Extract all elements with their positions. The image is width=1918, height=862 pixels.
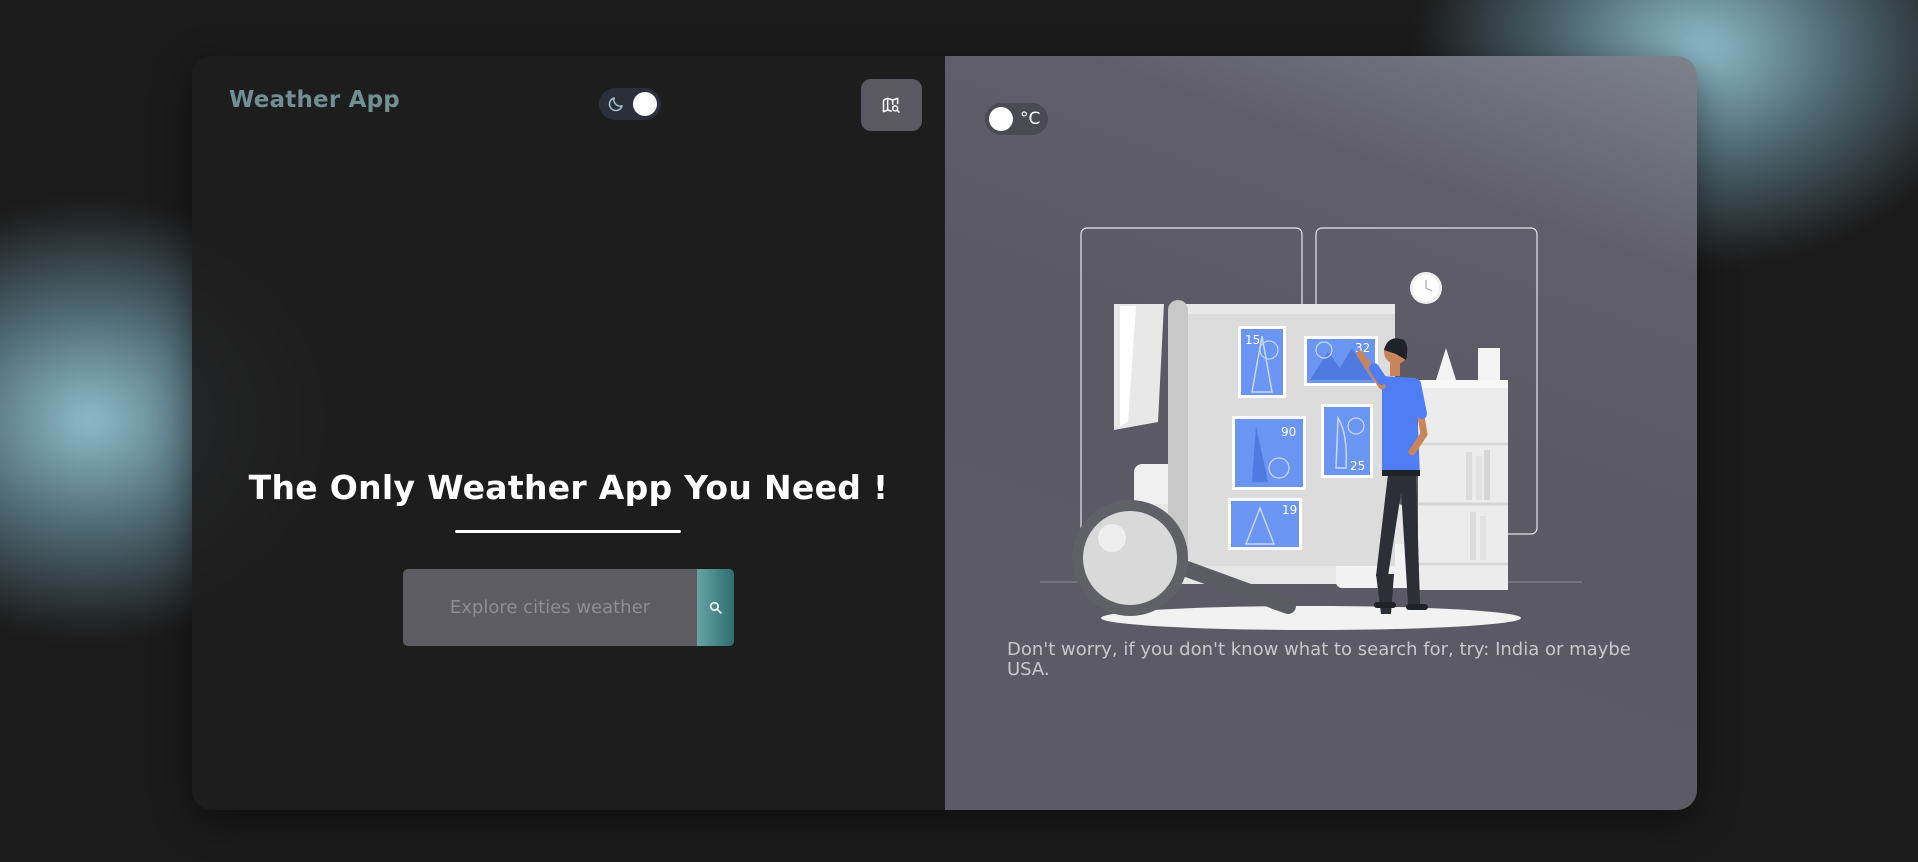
unit-toggle-knob (989, 107, 1013, 131)
hero-title: The Only Weather App You Need ! (248, 468, 889, 507)
left-panel: Weather App The Only Weather App You Nee… (192, 56, 945, 810)
hero-underline (455, 530, 681, 533)
stamp-15: 15 (1238, 326, 1286, 398)
hint-text: Don't worry, if you don't know what to s… (1007, 639, 1631, 680)
stamp-number: 25 (1350, 459, 1365, 473)
stamp-25: 25 (1321, 404, 1373, 478)
theme-toggle[interactable] (599, 88, 661, 120)
stamp-90: 90 (1232, 416, 1306, 490)
unit-label: °C (1020, 109, 1041, 129)
stamp-number: 15 (1245, 333, 1260, 347)
stamp-number: 19 (1282, 503, 1297, 517)
app-card: Weather App The Only Weather App You Nee… (192, 56, 1697, 810)
stamp-19: 19 (1228, 498, 1302, 550)
moon-icon (608, 97, 623, 112)
search-input[interactable] (403, 569, 697, 646)
map-search-icon (882, 97, 900, 113)
search-icon (709, 601, 722, 614)
map-button[interactable] (861, 79, 922, 131)
page: Weather App The Only Weather App You Nee… (0, 0, 1918, 862)
right-panel: °C 15 32 90 25 19 Don't worry, if you do… (945, 56, 1697, 810)
stamp-number: 90 (1281, 425, 1296, 439)
search-button[interactable] (697, 569, 734, 646)
app-title: Weather App (229, 87, 400, 113)
search-bar (403, 569, 734, 646)
unit-toggle[interactable]: °C (985, 103, 1048, 135)
theme-toggle-knob (633, 92, 657, 116)
stamp-collector-illustration: 15 32 90 25 19 (1040, 227, 1582, 630)
